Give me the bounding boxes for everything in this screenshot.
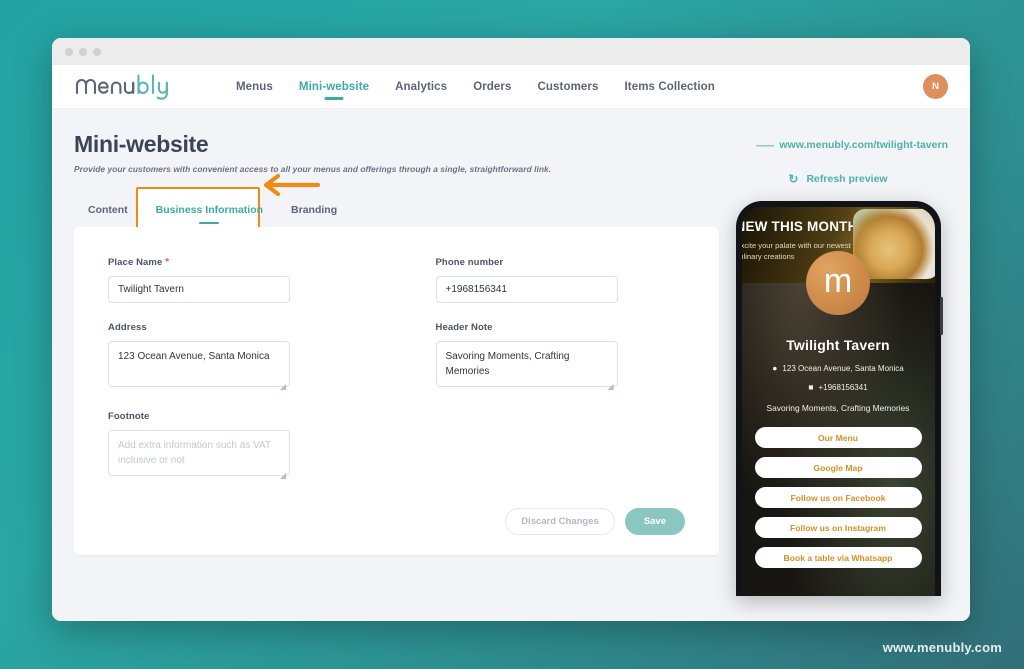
preview-phone: ■ +1968156341: [742, 383, 935, 392]
preview-logo: m: [806, 251, 870, 315]
preview-link-instagram[interactable]: Follow us on Instagram: [754, 517, 922, 538]
app-navbar: Menus Mini-website Analytics Orders Cust…: [52, 65, 970, 109]
form-actions: Discard Changes Save: [108, 508, 685, 535]
menubly-logo[interactable]: [74, 73, 202, 101]
browser-window: Menus Mini-website Analytics Orders Cust…: [52, 38, 970, 621]
phone-icon: ■: [808, 382, 814, 393]
required-marker: *: [165, 257, 170, 268]
address-label: Address: [108, 322, 147, 333]
form-column-left: Place Name * Address ◢ Footnote: [108, 257, 397, 500]
preview-link-google-map[interactable]: Google Map: [754, 457, 922, 478]
site-link-label: www.menubly.com/twilight-tavern: [779, 139, 948, 151]
page-title: Mini-website: [74, 131, 209, 157]
nav-item-items-collection[interactable]: Items Collection: [624, 75, 714, 99]
browser-titlebar: [52, 38, 970, 65]
refresh-preview-label: Refresh preview: [806, 173, 888, 185]
banner-title: NEW THIS MONTH: [741, 219, 858, 234]
field-phone-number: Phone number: [435, 257, 686, 303]
preview-business-name: Twilight Tavern: [786, 337, 890, 353]
business-information-form: Place Name * Address ◢ Footnote: [74, 227, 719, 555]
nav-item-analytics[interactable]: Analytics: [395, 75, 447, 99]
watermark: www.menubly.com: [882, 640, 1002, 655]
preview-phone-text: +1968156341: [818, 383, 868, 392]
preview-panel: ↻ Refresh preview NEW THIS MONTH Excite …: [728, 173, 948, 596]
avatar[interactable]: N: [923, 74, 948, 99]
place-name-label: Place Name *: [108, 257, 170, 268]
phone-number-input[interactable]: [435, 276, 618, 303]
preview-header-note: Savoring Moments, Crafting Memories: [766, 403, 910, 413]
preview-link-whatsapp[interactable]: Book a table via Whatsapp: [754, 547, 922, 568]
field-place-name: Place Name *: [108, 257, 397, 303]
header-note-label: Header Note: [435, 322, 493, 333]
save-button[interactable]: Save: [624, 508, 685, 535]
phone-screen: NEW THIS MONTH Excite your palate with o…: [741, 207, 935, 596]
page-content: Mini-website Provide your customers with…: [52, 109, 970, 621]
nav-item-orders[interactable]: Orders: [473, 75, 511, 99]
refresh-preview-button[interactable]: ↻ Refresh preview: [788, 173, 887, 185]
place-name-input[interactable]: [108, 276, 290, 303]
minimize-icon[interactable]: [79, 47, 87, 56]
close-icon[interactable]: [65, 47, 73, 56]
preview-link-facebook[interactable]: Follow us on Facebook: [754, 487, 922, 508]
form-column-right: Phone number Header Note ◢: [397, 257, 686, 500]
page-subtitle: Provide your customers with convenient a…: [74, 164, 552, 174]
nav-item-menus[interactable]: Menus: [236, 75, 273, 99]
footnote-textarea[interactable]: [108, 430, 290, 476]
annotation-arrow-icon: [263, 174, 321, 196]
nav-item-mini-website[interactable]: Mini-website: [299, 75, 369, 99]
nav-links: Menus Mini-website Analytics Orders Cust…: [236, 75, 715, 99]
nav-item-customers[interactable]: Customers: [538, 75, 599, 99]
field-footnote: Footnote ◢: [108, 411, 397, 481]
field-address: Address ◢: [108, 322, 397, 392]
tab-branding[interactable]: Branding: [277, 196, 351, 227]
site-link[interactable]: ⸺ www.menubly.com/twilight-tavern: [756, 137, 948, 153]
discard-changes-button[interactable]: Discard Changes: [505, 508, 615, 535]
refresh-icon: ↻: [788, 172, 799, 186]
tab-content[interactable]: Content: [74, 196, 142, 227]
link-icon: ⸺: [755, 140, 774, 152]
preview-address-text: 123 Ocean Avenue, Santa Monica: [782, 364, 904, 373]
preview-address: ● 123 Ocean Avenue, Santa Monica: [742, 364, 935, 373]
location-pin-icon: ●: [772, 363, 778, 374]
preview-links: Our Menu Google Map Follow us on Faceboo…: [754, 427, 922, 568]
phone-number-label: Phone number: [435, 257, 504, 268]
tab-business-information[interactable]: Business Information: [142, 196, 277, 227]
footnote-label: Footnote: [108, 411, 150, 422]
preview-link-our-menu[interactable]: Our Menu: [754, 427, 922, 448]
header-note-textarea[interactable]: [435, 341, 618, 387]
field-header-note: Header Note ◢: [435, 322, 686, 392]
phone-mockup: NEW THIS MONTH Excite your palate with o…: [735, 201, 943, 596]
page-header: Mini-website Provide your customers with…: [74, 131, 948, 174]
address-textarea[interactable]: [108, 341, 290, 387]
phone-side-button-icon: [940, 297, 943, 335]
preview-logo-letter: m: [823, 262, 853, 300]
maximize-icon[interactable]: [93, 47, 101, 56]
